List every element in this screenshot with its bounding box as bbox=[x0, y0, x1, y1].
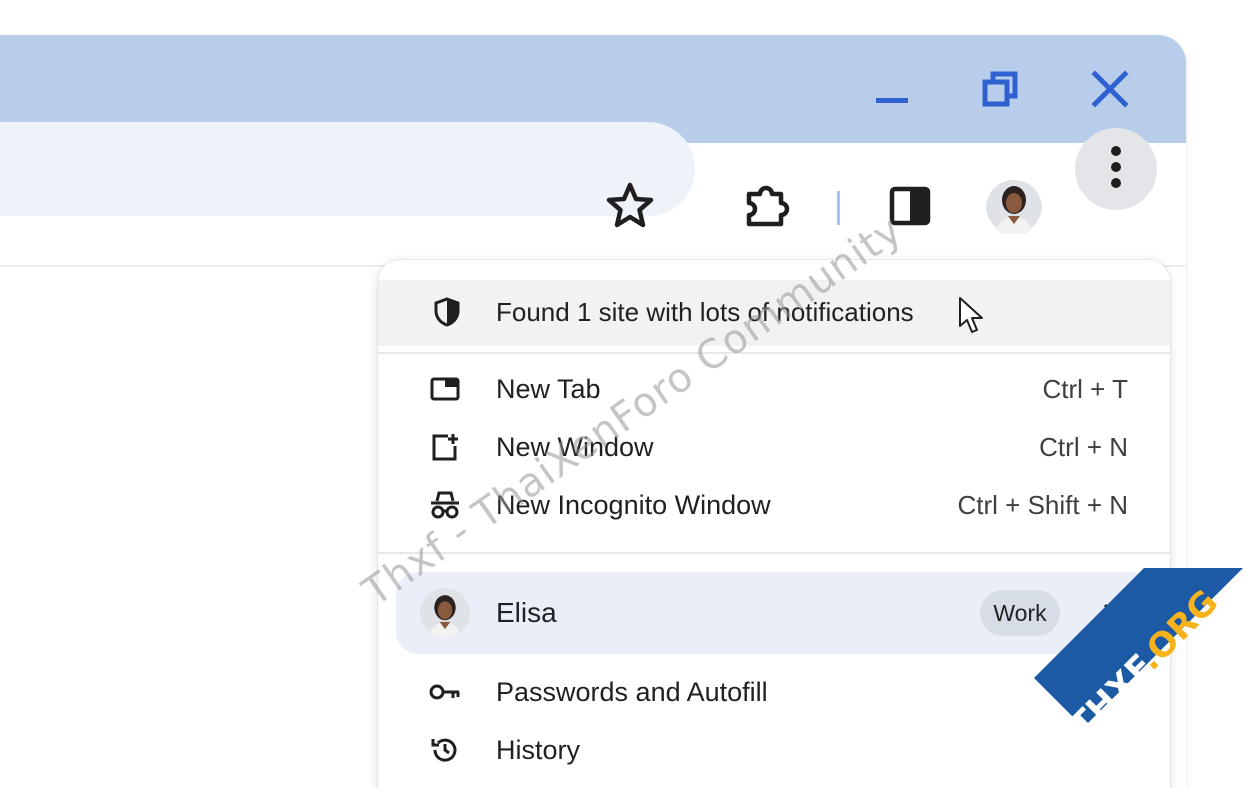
menu-item-label: New Tab bbox=[496, 373, 601, 404]
history-icon bbox=[428, 733, 462, 767]
menu-item-new-tab[interactable]: New Tab Ctrl + T bbox=[378, 361, 1170, 417]
menu-item-new-window[interactable]: New Window Ctrl + N bbox=[378, 419, 1170, 475]
menu-item-shortcut: Ctrl + Shift + N bbox=[957, 489, 1129, 520]
extensions-button[interactable] bbox=[737, 178, 797, 238]
corner-watermark: THXF.ORG bbox=[1004, 568, 1244, 788]
star-outline-icon bbox=[605, 181, 655, 236]
address-bar[interactable] bbox=[0, 122, 695, 216]
avatar bbox=[986, 180, 1042, 236]
restore-button[interactable] bbox=[972, 63, 1028, 119]
new-window-icon bbox=[428, 430, 462, 464]
bookmark-button[interactable] bbox=[600, 178, 660, 238]
shield-icon bbox=[432, 297, 464, 329]
toolbar-separator bbox=[834, 190, 844, 226]
menu-item-shortcut: Ctrl + N bbox=[1039, 431, 1128, 462]
minimize-button[interactable] bbox=[864, 63, 920, 119]
profile-name: Elisa bbox=[496, 597, 557, 628]
puzzle-icon bbox=[741, 180, 793, 237]
restore-icon bbox=[980, 69, 1020, 114]
new-tab-icon bbox=[428, 372, 462, 406]
menu-item-label: Passwords and Autofill bbox=[496, 676, 768, 707]
mouse-cursor bbox=[957, 296, 987, 336]
minimize-icon bbox=[874, 71, 910, 112]
profile-button[interactable] bbox=[986, 180, 1042, 236]
menu-divider bbox=[378, 552, 1170, 554]
notification-label: Found 1 site with lots of notifications bbox=[496, 297, 914, 327]
key-icon bbox=[428, 675, 462, 709]
menu-divider bbox=[378, 352, 1170, 354]
kebab-icon bbox=[1109, 145, 1123, 194]
menu-item-shortcut: Ctrl + T bbox=[1042, 373, 1128, 404]
menu-item-label: History bbox=[496, 734, 581, 765]
main-menu-button[interactable] bbox=[1075, 128, 1157, 210]
avatar bbox=[420, 588, 470, 638]
close-button[interactable] bbox=[1082, 63, 1138, 119]
close-icon bbox=[1091, 69, 1129, 113]
